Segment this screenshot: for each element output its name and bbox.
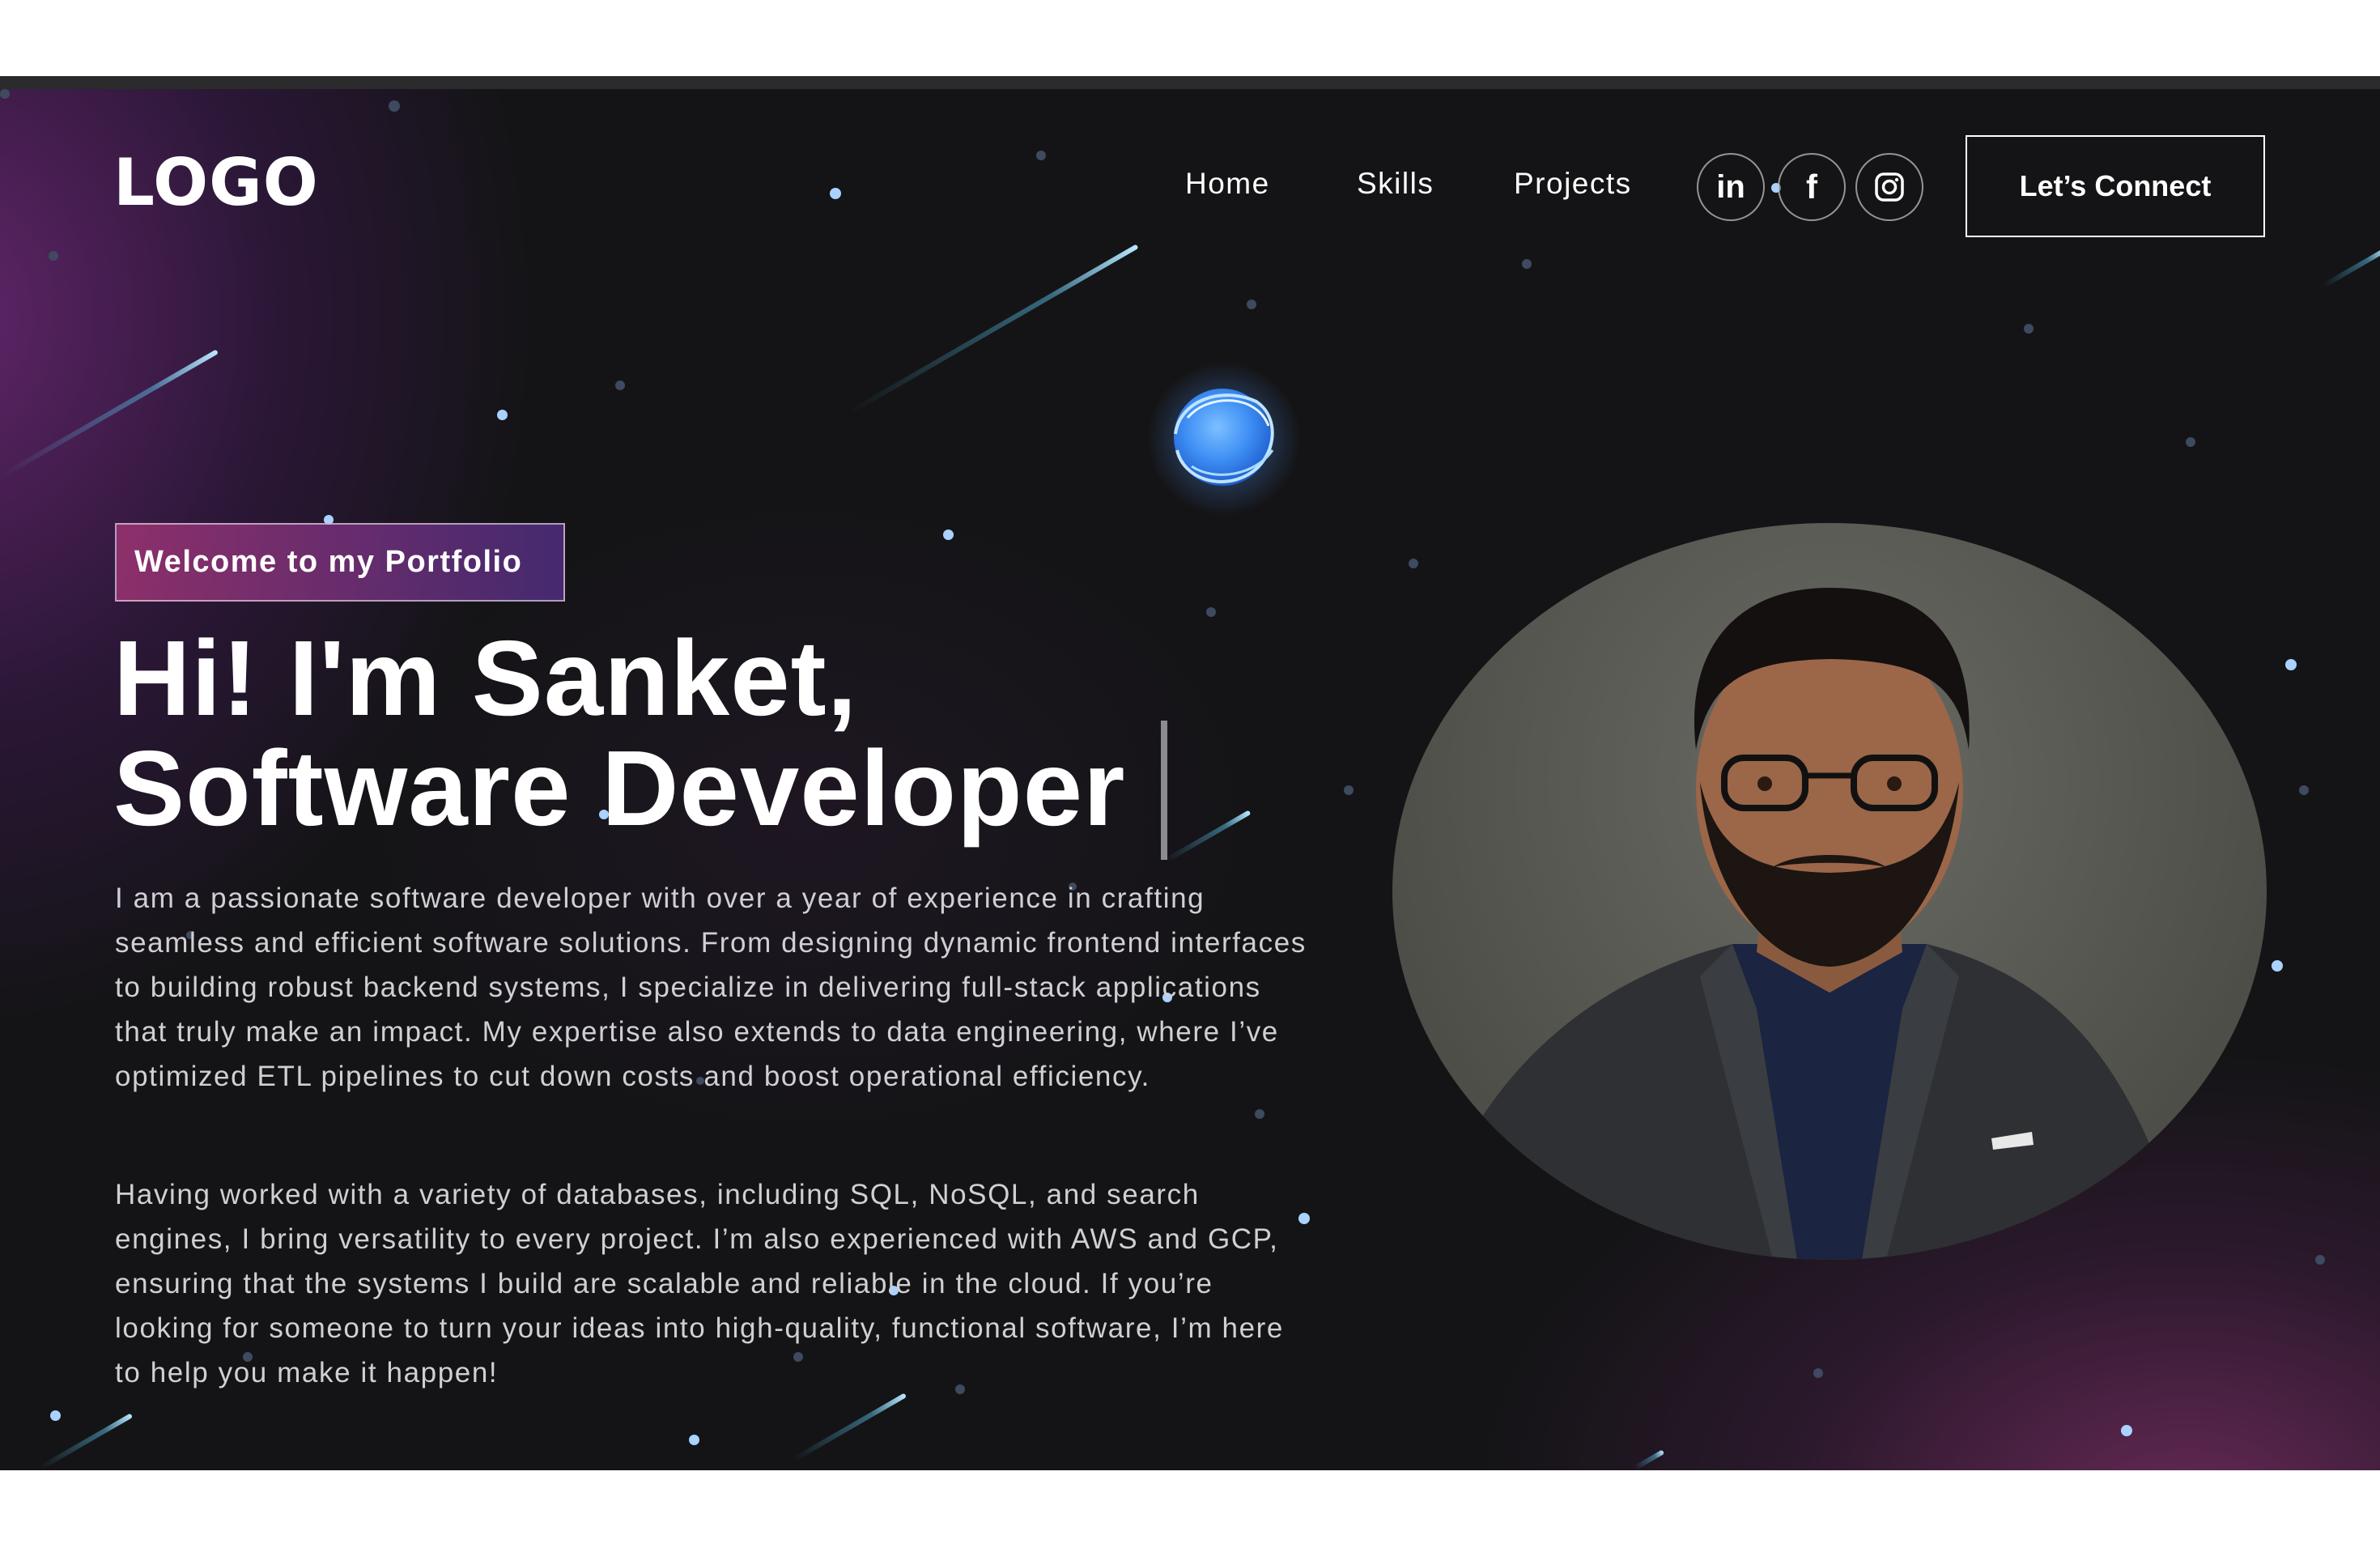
planet-orb-icon bbox=[1147, 362, 1301, 515]
star bbox=[1255, 1109, 1264, 1119]
shooting-star bbox=[848, 244, 1139, 415]
headline-line-1: Hi! I'm Sanket, bbox=[113, 619, 858, 738]
star bbox=[1813, 1368, 1823, 1378]
nav-skills[interactable]: Skills bbox=[1357, 167, 1434, 201]
star bbox=[1409, 559, 1418, 568]
shooting-star bbox=[39, 1413, 134, 1470]
browser-top-bar bbox=[0, 76, 2380, 89]
star bbox=[1247, 300, 1256, 309]
headline-line-2: Software Developer bbox=[113, 729, 1126, 848]
star bbox=[943, 529, 954, 540]
about-paragraph-1: I am a passionate software developer wit… bbox=[115, 882, 1307, 1092]
star bbox=[49, 251, 58, 261]
star bbox=[1344, 785, 1354, 795]
shooting-star bbox=[792, 1393, 907, 1462]
star bbox=[497, 410, 508, 420]
star bbox=[1036, 151, 1046, 160]
lets-connect-button[interactable]: Let’s Connect bbox=[1966, 135, 2265, 237]
linkedin-icon: in bbox=[1716, 168, 1745, 205]
facebook-button[interactable]: f bbox=[1778, 153, 1846, 221]
star bbox=[2315, 1255, 2325, 1265]
star bbox=[2186, 437, 2195, 447]
profile-photo bbox=[1392, 523, 2267, 1260]
hero-headline: Hi! I'm Sanket, Software Developer bbox=[113, 623, 1328, 844]
instagram-button[interactable] bbox=[1855, 153, 1923, 221]
about-paragraph-2: Having worked with a variety of database… bbox=[115, 1179, 1284, 1389]
instagram-icon bbox=[1875, 172, 1904, 202]
star bbox=[615, 381, 625, 390]
star bbox=[2272, 960, 2283, 972]
facebook-icon: f bbox=[1806, 168, 1817, 206]
star bbox=[830, 188, 841, 199]
star bbox=[2285, 659, 2297, 670]
welcome-badge: Welcome to my Portfolio bbox=[115, 523, 565, 602]
shooting-star bbox=[2322, 247, 2380, 288]
star bbox=[2121, 1425, 2132, 1436]
star bbox=[1206, 607, 1216, 617]
shooting-star bbox=[0, 349, 219, 479]
site-logo[interactable]: LOGO bbox=[113, 151, 319, 215]
linkedin-button[interactable]: in bbox=[1697, 153, 1765, 221]
star bbox=[689, 1435, 699, 1445]
star bbox=[50, 1410, 61, 1421]
star bbox=[1522, 259, 1532, 269]
star bbox=[0, 89, 10, 99]
person-illustration bbox=[1441, 588, 2170, 1260]
star bbox=[2024, 324, 2034, 334]
nav-home[interactable]: Home bbox=[1185, 167, 1270, 201]
star bbox=[389, 100, 400, 112]
star bbox=[2299, 785, 2309, 795]
typing-cursor bbox=[1161, 721, 1167, 860]
shooting-star bbox=[1634, 1449, 1665, 1470]
hero-section: LOGO Home Skills Projects in f Let’s Con… bbox=[0, 89, 2380, 1470]
nav-projects[interactable]: Projects bbox=[1514, 167, 1632, 201]
